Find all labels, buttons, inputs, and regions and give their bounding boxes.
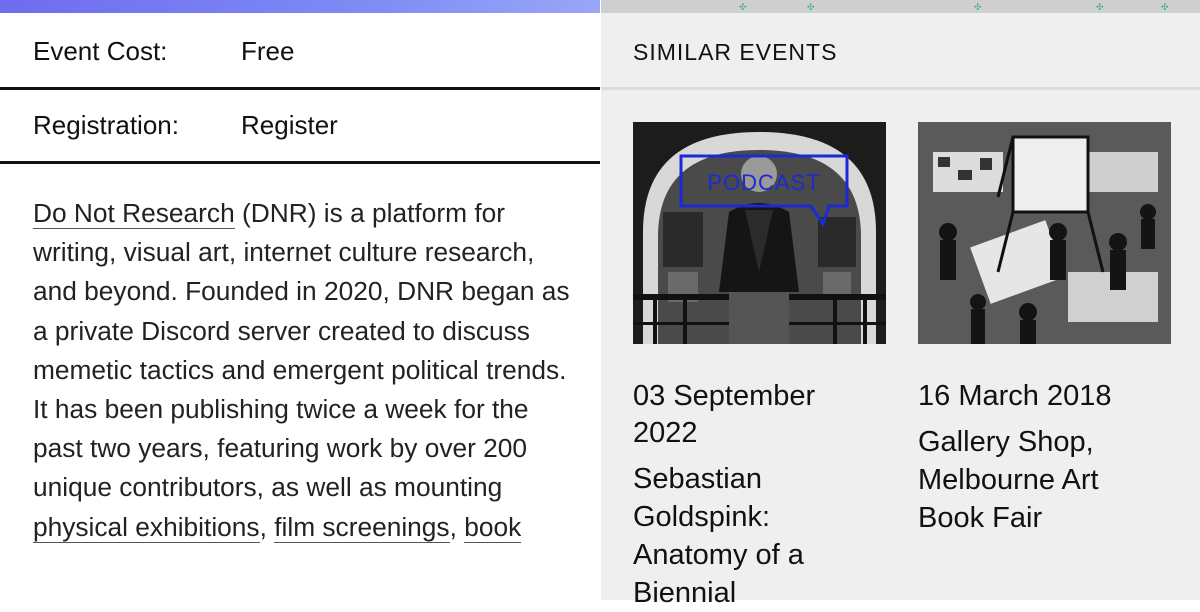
book-fair-photo-image (918, 122, 1171, 344)
event-card[interactable]: PODCAST 03 September 2022 Sebastian Gold… (633, 122, 886, 612)
pattern-icon: ✣ (1161, 3, 1169, 13)
event-date: 03 September 2022 (633, 380, 816, 449)
event-card[interactable]: 16 March 2018 Gallery Shop, Melbourne Ar… (918, 122, 1171, 537)
podcast-badge: PODCAST (707, 170, 820, 195)
podcast-photo-icon: PODCAST (633, 122, 886, 344)
do-not-research-link[interactable]: Do Not Research (33, 198, 235, 229)
event-title[interactable]: Gallery Shop, Melbourne Art Book Fair (918, 423, 1171, 537)
event-description: Do Not Research (DNR) is a platform for … (33, 194, 578, 547)
pattern-icon: ✣ (739, 3, 747, 13)
description-text: (DNR) is a platform for writing, visual … (33, 198, 570, 503)
pattern-icon: ✣ (807, 3, 815, 13)
event-cost-value: Free (241, 36, 295, 66)
event-title[interactable]: Sebastian Goldspink: Anatomy of a Bienni… (633, 460, 886, 612)
event-cost-label: Event Cost: (33, 36, 168, 66)
description-separator: , (259, 511, 275, 542)
registration-label: Registration: (33, 110, 179, 140)
film-screenings-link[interactable]: film screenings (274, 511, 450, 543)
pattern-icon: ✣ (974, 3, 982, 13)
pattern-icon: ✣ (1096, 3, 1104, 13)
event-details-panel: Event Cost: Free Registration: Register … (0, 0, 600, 600)
similar-events-panel: ✣ ✣ ✣ ✣ ✣ SIMILAR EVENTS PODCAST 03 Sept… (601, 0, 1200, 609)
book-link[interactable]: book (464, 511, 522, 543)
decorative-bar: ✣ ✣ ✣ ✣ ✣ (601, 0, 1200, 13)
event-cost-row: Event Cost: Free (0, 13, 600, 90)
physical-exhibitions-link[interactable]: physical exhibitions (33, 511, 260, 543)
similar-events-heading: SIMILAR EVENTS (633, 39, 838, 65)
podcast-photo-image: PODCAST (633, 122, 886, 344)
accent-bar (0, 0, 600, 13)
event-date: 16 March 2018 (918, 380, 1112, 412)
description-separator: , (449, 511, 465, 542)
book-fair-photo-icon (918, 122, 1171, 344)
register-link[interactable]: Register (241, 110, 338, 141)
section-divider (601, 87, 1200, 90)
registration-row: Registration: Register (0, 87, 600, 164)
